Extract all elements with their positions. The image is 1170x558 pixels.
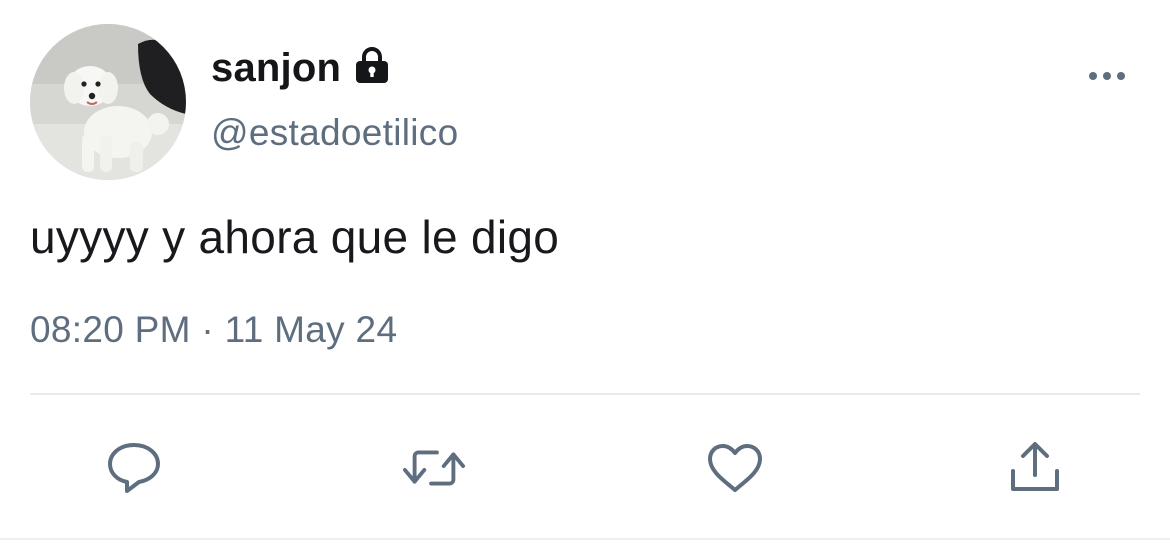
tweet-card: sanjon @estadoetilico uyyyy y ahora que … (0, 0, 1170, 558)
retweet-button[interactable] (402, 436, 466, 500)
user-handle[interactable]: @estadoetilico (211, 112, 458, 154)
lock-icon (351, 45, 393, 92)
user-name-row: sanjon (211, 40, 393, 96)
share-icon (1011, 442, 1059, 491)
tweet-date: 11 May 24 (224, 309, 398, 350)
divider (30, 393, 1140, 395)
reply-icon (108, 443, 160, 493)
tweet-text: uyyyy y ahora que le digo (30, 211, 560, 263)
meta-separator: · (201, 309, 214, 350)
tweet-timestamp[interactable]: 08:20 PM · 11 May 24 (30, 309, 397, 351)
heart-icon (708, 444, 762, 492)
like-button[interactable] (703, 436, 767, 500)
tweet-time: 08:20 PM (30, 309, 191, 350)
display-name[interactable]: sanjon (211, 46, 341, 91)
bottom-divider (0, 538, 1170, 540)
share-button[interactable] (1003, 436, 1067, 500)
more-icon (1089, 72, 1125, 80)
more-options-button[interactable] (1084, 58, 1130, 94)
reply-button[interactable] (102, 436, 166, 500)
avatar-image (30, 24, 186, 180)
retweet-icon (402, 450, 466, 486)
avatar[interactable] (30, 24, 186, 180)
